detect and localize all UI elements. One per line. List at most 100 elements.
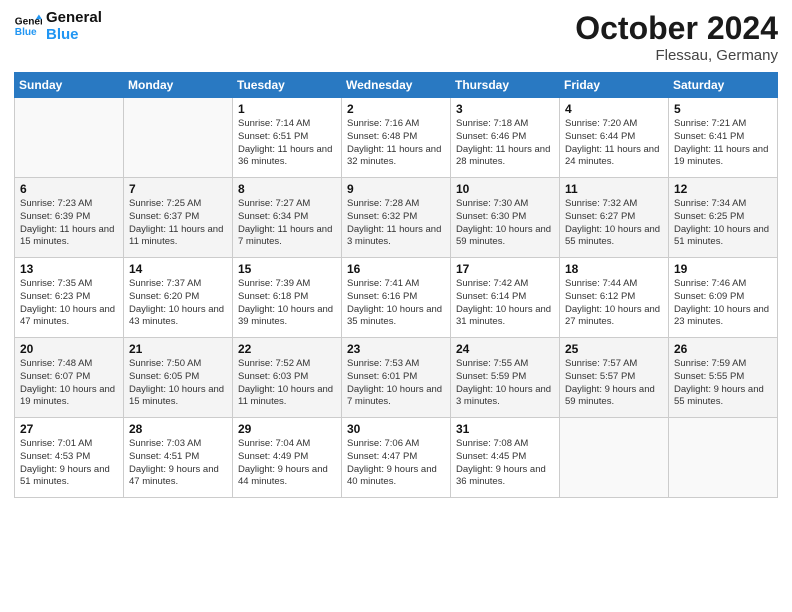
calendar-week-row: 13 Sunrise: 7:35 AMSunset: 6:23 PMDayligh… xyxy=(15,258,778,338)
day-info: Sunrise: 7:14 AMSunset: 6:51 PMDaylight:… xyxy=(238,118,336,169)
calendar-cell: 27 Sunrise: 7:01 AMSunset: 4:53 PMDayligh… xyxy=(15,418,124,498)
calendar-cell: 8 Sunrise: 7:27 AMSunset: 6:34 PMDaylight… xyxy=(233,178,342,258)
page: General Blue General Blue October 2024 F… xyxy=(0,0,792,612)
day-number: 26 xyxy=(674,342,772,356)
calendar-cell xyxy=(560,418,669,498)
calendar-cell: 5 Sunrise: 7:21 AMSunset: 6:41 PMDaylight… xyxy=(669,98,778,178)
col-saturday: Saturday xyxy=(669,73,778,98)
day-info: Sunrise: 7:20 AMSunset: 6:44 PMDaylight:… xyxy=(565,118,663,169)
calendar-cell xyxy=(669,418,778,498)
calendar-cell: 10 Sunrise: 7:30 AMSunset: 6:30 PMDayligh… xyxy=(451,178,560,258)
day-number: 16 xyxy=(347,262,445,276)
day-info: Sunrise: 7:41 AMSunset: 6:16 PMDaylight:… xyxy=(347,278,445,329)
calendar-cell: 29 Sunrise: 7:04 AMSunset: 4:49 PMDayligh… xyxy=(233,418,342,498)
day-info: Sunrise: 7:48 AMSunset: 6:07 PMDaylight:… xyxy=(20,358,118,409)
day-info: Sunrise: 7:35 AMSunset: 6:23 PMDaylight:… xyxy=(20,278,118,329)
calendar-cell: 16 Sunrise: 7:41 AMSunset: 6:16 PMDayligh… xyxy=(342,258,451,338)
calendar-cell: 28 Sunrise: 7:03 AMSunset: 4:51 PMDayligh… xyxy=(124,418,233,498)
day-info: Sunrise: 7:52 AMSunset: 6:03 PMDaylight:… xyxy=(238,358,336,409)
day-number: 12 xyxy=(674,182,772,196)
day-info: Sunrise: 7:37 AMSunset: 6:20 PMDaylight:… xyxy=(129,278,227,329)
day-info: Sunrise: 7:16 AMSunset: 6:48 PMDaylight:… xyxy=(347,118,445,169)
day-number: 29 xyxy=(238,422,336,436)
day-info: Sunrise: 7:53 AMSunset: 6:01 PMDaylight:… xyxy=(347,358,445,409)
day-number: 1 xyxy=(238,102,336,116)
day-info: Sunrise: 7:59 AMSunset: 5:55 PMDaylight:… xyxy=(674,358,772,409)
calendar-cell: 15Sunrise: 7:39 AMSunset: 6:18 PMDayligh… xyxy=(233,258,342,338)
day-number: 22 xyxy=(238,342,336,356)
day-info: Sunrise: 7:34 AMSunset: 6:25 PMDaylight:… xyxy=(674,198,772,249)
day-info: Sunrise: 7:04 AMSunset: 4:49 PMDaylight:… xyxy=(238,438,336,489)
day-info: Sunrise: 7:30 AMSunset: 6:30 PMDaylight:… xyxy=(456,198,554,249)
calendar-week-row: 27 Sunrise: 7:01 AMSunset: 4:53 PMDayligh… xyxy=(15,418,778,498)
col-tuesday: Tuesday xyxy=(233,73,342,98)
logo-text-general: General xyxy=(46,10,102,27)
calendar-cell: 23 Sunrise: 7:53 AMSunset: 6:01 PMDayligh… xyxy=(342,338,451,418)
col-monday: Monday xyxy=(124,73,233,98)
day-info: Sunrise: 7:44 AMSunset: 6:12 PMDaylight:… xyxy=(565,278,663,329)
day-number: 7 xyxy=(129,182,227,196)
day-number: 13 xyxy=(20,262,118,276)
day-info: Sunrise: 7:01 AMSunset: 4:53 PMDaylight:… xyxy=(20,438,118,489)
logo-text-blue: Blue xyxy=(46,27,102,44)
calendar-cell: 2 Sunrise: 7:16 AMSunset: 6:48 PMDaylight… xyxy=(342,98,451,178)
col-wednesday: Wednesday xyxy=(342,73,451,98)
day-info: Sunrise: 7:39 AMSunset: 6:18 PMDaylight:… xyxy=(238,278,336,329)
day-info: Sunrise: 7:27 AMSunset: 6:34 PMDaylight:… xyxy=(238,198,336,249)
day-number: 11 xyxy=(565,182,663,196)
day-number: 8 xyxy=(238,182,336,196)
day-number: 14 xyxy=(129,262,227,276)
day-info: Sunrise: 7:50 AMSunset: 6:05 PMDaylight:… xyxy=(129,358,227,409)
logo-icon: General Blue xyxy=(14,13,42,41)
svg-text:Blue: Blue xyxy=(15,26,37,37)
location: Flessau, Germany xyxy=(575,47,778,64)
calendar-cell: 31Sunrise: 7:08 AMSunset: 4:45 PMDayligh… xyxy=(451,418,560,498)
calendar-cell: 14 Sunrise: 7:37 AMSunset: 6:20 PMDayligh… xyxy=(124,258,233,338)
day-number: 21 xyxy=(129,342,227,356)
calendar-cell: 26 Sunrise: 7:59 AMSunset: 5:55 PMDayligh… xyxy=(669,338,778,418)
title-block: October 2024 Flessau, Germany xyxy=(575,10,778,64)
day-info: Sunrise: 7:42 AMSunset: 6:14 PMDaylight:… xyxy=(456,278,554,329)
calendar-cell: 11Sunrise: 7:32 AMSunset: 6:27 PMDayligh… xyxy=(560,178,669,258)
day-number: 5 xyxy=(674,102,772,116)
day-info: Sunrise: 7:08 AMSunset: 4:45 PMDaylight:… xyxy=(456,438,554,489)
day-number: 19 xyxy=(674,262,772,276)
calendar-cell: 9 Sunrise: 7:28 AMSunset: 6:32 PMDaylight… xyxy=(342,178,451,258)
header: General Blue General Blue October 2024 F… xyxy=(14,10,778,64)
calendar-week-row: 20 Sunrise: 7:48 AMSunset: 6:07 PMDayligh… xyxy=(15,338,778,418)
day-number: 24 xyxy=(456,342,554,356)
logo: General Blue General Blue xyxy=(14,10,102,43)
col-sunday: Sunday xyxy=(15,73,124,98)
day-info: Sunrise: 7:46 AMSunset: 6:09 PMDaylight:… xyxy=(674,278,772,329)
day-number: 3 xyxy=(456,102,554,116)
calendar-cell: 22 Sunrise: 7:52 AMSunset: 6:03 PMDayligh… xyxy=(233,338,342,418)
day-info: Sunrise: 7:55 AMSunset: 5:59 PMDaylight:… xyxy=(456,358,554,409)
day-number: 20 xyxy=(20,342,118,356)
day-number: 30 xyxy=(347,422,445,436)
day-info: Sunrise: 7:21 AMSunset: 6:41 PMDaylight:… xyxy=(674,118,772,169)
day-number: 6 xyxy=(20,182,118,196)
day-number: 28 xyxy=(129,422,227,436)
calendar-cell xyxy=(15,98,124,178)
calendar-cell: 18Sunrise: 7:44 AMSunset: 6:12 PMDayligh… xyxy=(560,258,669,338)
calendar-cell: 13 Sunrise: 7:35 AMSunset: 6:23 PMDayligh… xyxy=(15,258,124,338)
month-title: October 2024 xyxy=(575,10,778,47)
day-number: 9 xyxy=(347,182,445,196)
day-info: Sunrise: 7:28 AMSunset: 6:32 PMDaylight:… xyxy=(347,198,445,249)
calendar-cell: 25Sunrise: 7:57 AMSunset: 5:57 PMDayligh… xyxy=(560,338,669,418)
calendar-cell: 4 Sunrise: 7:20 AMSunset: 6:44 PMDaylight… xyxy=(560,98,669,178)
day-number: 27 xyxy=(20,422,118,436)
calendar-cell: 21 Sunrise: 7:50 AMSunset: 6:05 PMDayligh… xyxy=(124,338,233,418)
day-number: 23 xyxy=(347,342,445,356)
day-number: 4 xyxy=(565,102,663,116)
calendar-cell xyxy=(124,98,233,178)
calendar-cell: 20 Sunrise: 7:48 AMSunset: 6:07 PMDayligh… xyxy=(15,338,124,418)
calendar-cell: 6Sunrise: 7:23 AMSunset: 6:39 PMDaylight… xyxy=(15,178,124,258)
day-number: 10 xyxy=(456,182,554,196)
calendar-cell: 24 Sunrise: 7:55 AMSunset: 5:59 PMDayligh… xyxy=(451,338,560,418)
calendar-cell: 1 Sunrise: 7:14 AMSunset: 6:51 PMDaylight… xyxy=(233,98,342,178)
calendar-week-row: 6Sunrise: 7:23 AMSunset: 6:39 PMDaylight… xyxy=(15,178,778,258)
day-info: Sunrise: 7:03 AMSunset: 4:51 PMDaylight:… xyxy=(129,438,227,489)
day-number: 2 xyxy=(347,102,445,116)
col-thursday: Thursday xyxy=(451,73,560,98)
